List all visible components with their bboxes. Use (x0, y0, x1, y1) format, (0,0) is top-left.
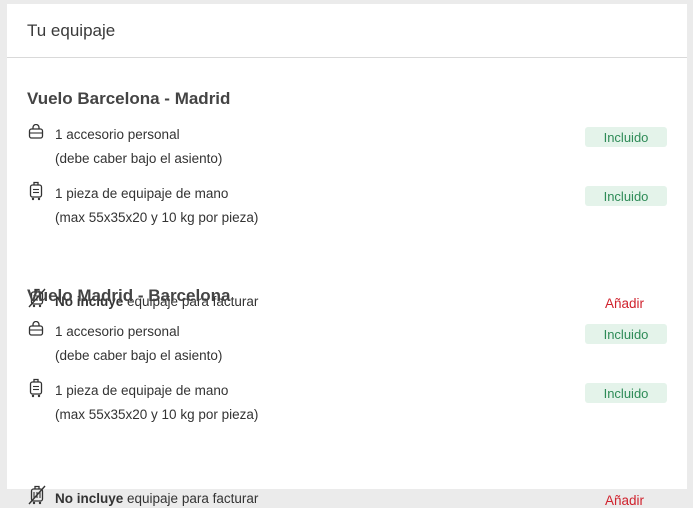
personal-item-label: 1 accesorio personal (55, 127, 180, 142)
trolley-icon (28, 378, 46, 398)
flight-title: Vuelo Barcelona - Madrid (27, 89, 231, 108)
not-included-label: No incluye (55, 491, 124, 506)
page-title: Tu equipaje (27, 20, 116, 40)
included-badge: Incluido (585, 186, 667, 206)
add-checked-luggage-link[interactable]: Añadir (605, 296, 644, 311)
included-badge: Incluido (585, 324, 667, 344)
bag-icon (28, 124, 46, 144)
included-badge: Incluido (585, 127, 667, 147)
trolley-icon (28, 181, 46, 201)
flight-title: Vuelo Madrid - Barcelona (27, 286, 231, 305)
personal-item-note: (debe caber bajo el asiento) (55, 151, 223, 166)
baggage-card: Tu equipaje Vuelo Barcelona - Madrid 1 a… (7, 4, 687, 508)
bag-icon (28, 321, 46, 341)
hand-luggage-note: (max 55x35x20 y 10 kg por pieza) (55, 407, 259, 422)
card-header: Tu equipaje (7, 4, 687, 58)
checked-luggage-text: No incluye equipaje para facturar (55, 491, 258, 506)
hand-luggage-label: 1 pieza de equipaje de mano (55, 383, 229, 398)
hand-luggage-note: (max 55x35x20 y 10 kg por pieza) (55, 210, 259, 225)
add-checked-luggage-link[interactable]: Añadir (605, 493, 644, 508)
personal-item-note: (debe caber bajo el asiento) (55, 348, 223, 363)
no-luggage-icon (28, 485, 46, 505)
included-badge: Incluido (585, 383, 667, 403)
hand-luggage-label: 1 pieza de equipaje de mano (55, 186, 229, 201)
personal-item-label: 1 accesorio personal (55, 324, 180, 339)
checked-luggage-desc: equipaje para facturar (123, 491, 259, 506)
